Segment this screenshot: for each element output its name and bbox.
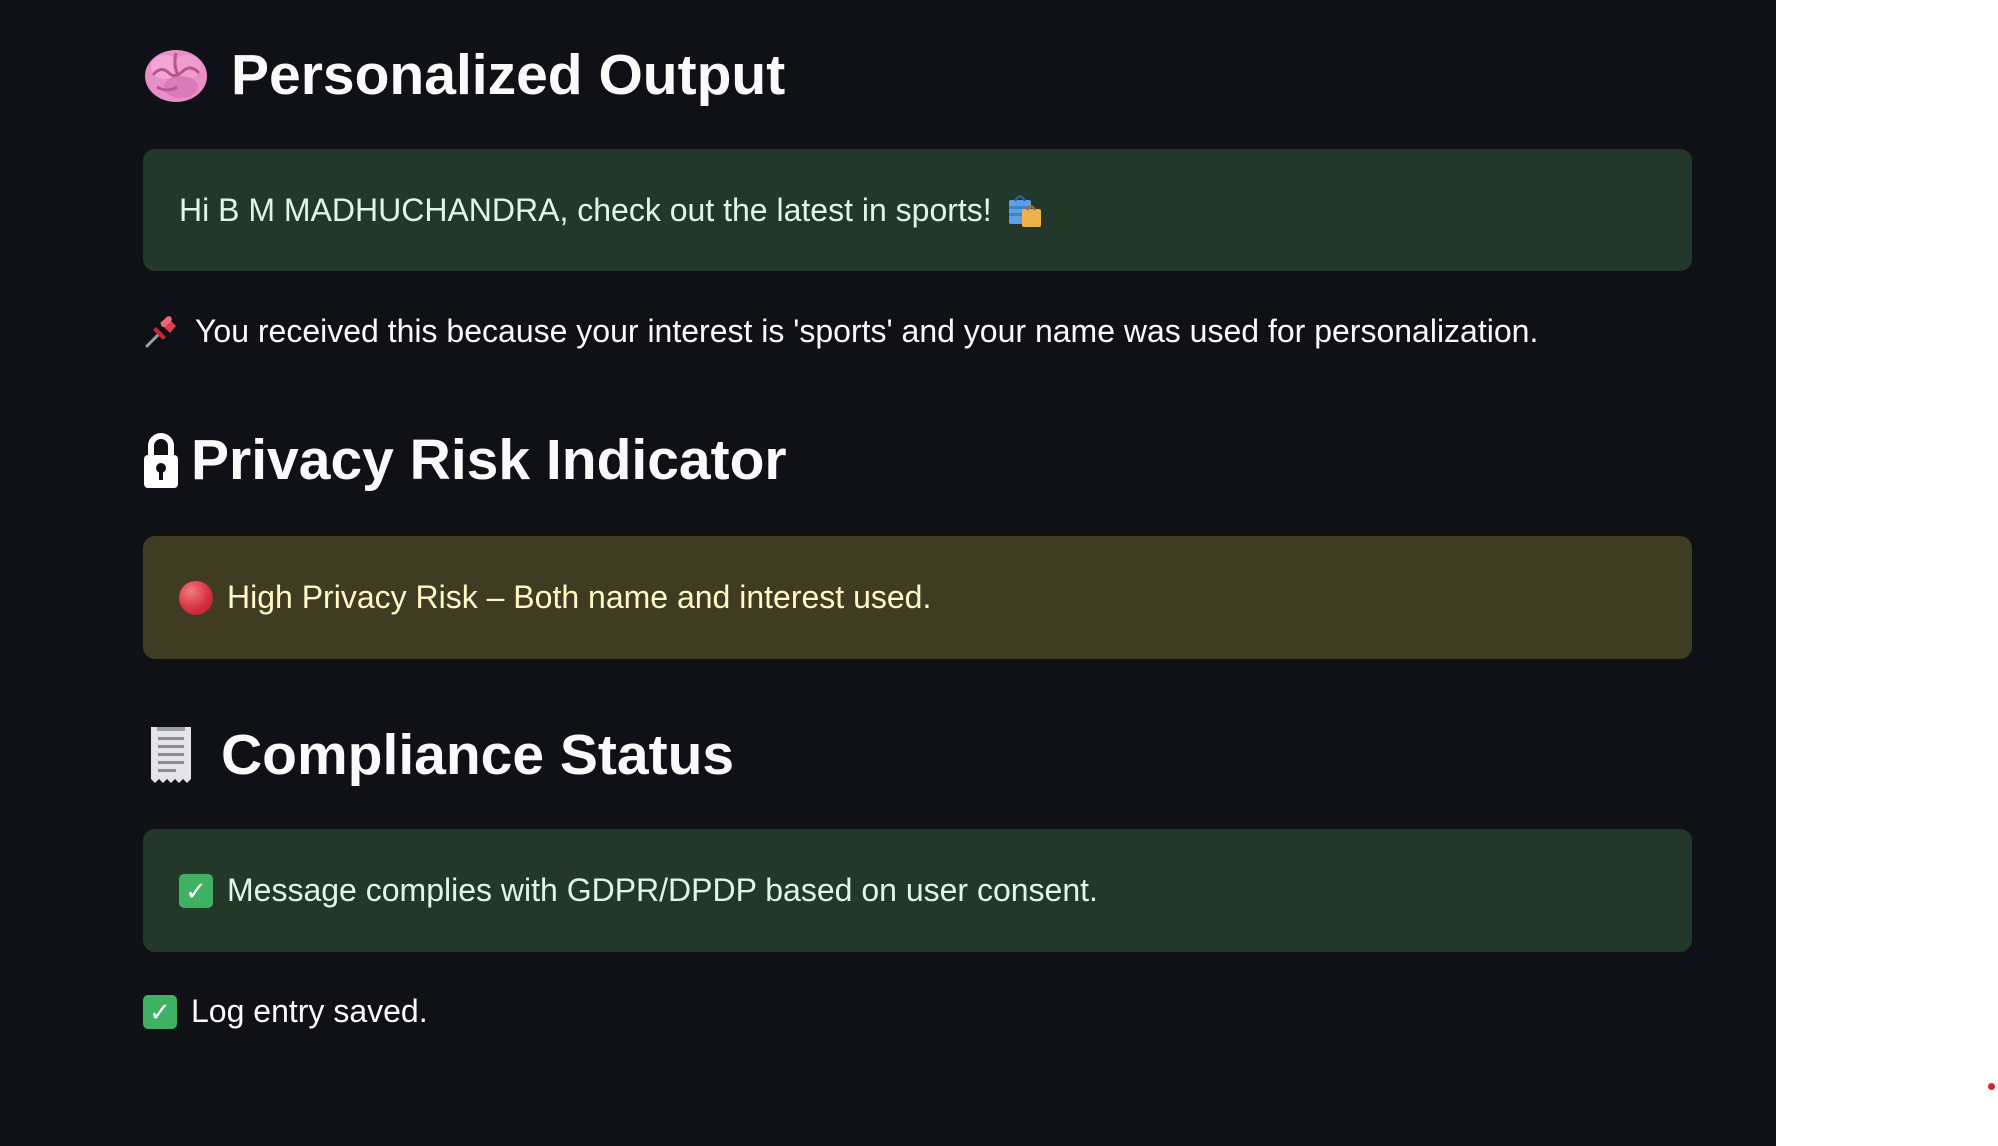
compliance-text: Message complies with GDPR/DPDP based on…	[227, 872, 1098, 908]
privacy-risk-text: High Privacy Risk – Both name and intere…	[227, 579, 932, 615]
brain-icon	[143, 45, 209, 105]
privacy-risk-title: Privacy Risk Indicator	[191, 428, 787, 492]
personalized-output-title: Personalized Output	[231, 43, 786, 107]
check-mark-button-icon: ✓	[179, 873, 213, 908]
explanation-text: You received this because your interest …	[195, 312, 1539, 349]
personalized-message-text: Hi B M MADHUCHANDRA, check out the lates…	[179, 191, 992, 228]
log-entry-status: ✓ Log entry saved.	[143, 993, 428, 1030]
status-dot	[1988, 1083, 1995, 1090]
personalized-message-alert: Hi B M MADHUCHANDRA, check out the lates…	[143, 149, 1692, 271]
privacy-risk-alert: High Privacy Risk – Both name and intere…	[143, 536, 1692, 659]
personalization-explanation: You received this because your interest …	[143, 312, 1538, 350]
compliance-status-heading: Compliance Status	[143, 722, 734, 788]
check-mark-button-icon: ✓	[143, 994, 177, 1029]
lock-icon	[143, 430, 179, 490]
privacy-risk-heading: Privacy Risk Indicator	[143, 427, 787, 493]
compliance-alert: ✓ Message complies with GDPR/DPDP based …	[143, 829, 1692, 952]
receipt-icon	[143, 723, 199, 787]
compliance-status-title: Compliance Status	[221, 723, 735, 787]
shopping-bags-icon	[1006, 191, 1044, 229]
personalized-output-heading: Personalized Output	[143, 42, 785, 108]
app-main-area: Personalized Output Hi B M MADHUCHANDRA,…	[0, 0, 1776, 1146]
pushpin-icon	[143, 312, 181, 350]
red-circle-icon	[179, 580, 213, 615]
log-entry-text: Log entry saved.	[191, 993, 428, 1029]
